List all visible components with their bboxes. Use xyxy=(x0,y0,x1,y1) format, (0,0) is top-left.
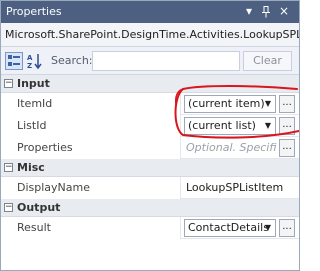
category-label: Output xyxy=(17,201,61,214)
alphabetical-sort-icon[interactable]: A Z xyxy=(26,52,44,70)
window-title: Properties xyxy=(6,5,62,18)
search-label: Search: xyxy=(51,54,93,67)
property-row-itemid[interactable]: ItemId (current item) ▼ ... xyxy=(1,93,299,115)
clear-button[interactable]: Clear xyxy=(243,51,292,71)
dropdown-value: (current list) xyxy=(188,119,256,132)
dropdown-arrow-icon: ▼ xyxy=(264,99,272,108)
property-row-result[interactable]: Result ContactDetails ▼ ... xyxy=(1,217,299,239)
properties-window: Properties ▾ × Microsoft.SharePoint.Desi… xyxy=(0,0,300,271)
category-label: Misc xyxy=(17,161,45,174)
svg-text:A: A xyxy=(27,54,33,62)
category-input[interactable]: − Input xyxy=(1,75,299,93)
listid-dropdown[interactable]: (current list) ▼ xyxy=(184,117,276,135)
collapse-toggle-icon[interactable]: − xyxy=(4,79,13,88)
result-dropdown[interactable]: ContactDetails ▼ xyxy=(184,219,276,237)
collapse-toggle-icon[interactable]: − xyxy=(4,163,13,172)
property-row-displayname[interactable]: DisplayName LookupSPListItem xyxy=(1,177,299,199)
window-position-dropdown-icon[interactable]: ▾ xyxy=(241,3,257,20)
result-ellipsis-button[interactable]: ... xyxy=(279,219,295,237)
collapse-toggle-icon[interactable]: − xyxy=(4,203,13,212)
property-name: ItemId xyxy=(1,93,181,115)
pin-icon[interactable] xyxy=(258,3,274,20)
search-input[interactable] xyxy=(92,51,240,71)
selected-object-name: Microsoft.SharePoint.DesignTime.Activiti… xyxy=(1,23,299,47)
property-grid: − Input ItemId (current item) ▼ ... List… xyxy=(1,75,299,270)
category-label: Input xyxy=(17,77,50,90)
itemid-ellipsis-button[interactable]: ... xyxy=(279,95,295,113)
property-name: Properties xyxy=(1,137,181,159)
property-name: Result xyxy=(1,217,181,239)
properties-toolbar: A Z Search: Clear xyxy=(1,47,299,75)
property-name: ListId xyxy=(1,115,181,137)
category-output[interactable]: − Output xyxy=(1,199,299,217)
category-misc[interactable]: − Misc xyxy=(1,159,299,177)
property-row-properties[interactable]: Properties Optional. Specifico ... xyxy=(1,137,299,159)
title-bar: Properties ▾ × xyxy=(1,1,299,23)
dropdown-value: ContactDetails xyxy=(188,221,269,234)
dropdown-arrow-icon: ▼ xyxy=(264,121,272,130)
dropdown-arrow-icon: ▼ xyxy=(264,223,272,232)
displayname-value[interactable]: LookupSPListItem xyxy=(182,177,299,199)
property-row-listid[interactable]: ListId (current list) ▼ ... xyxy=(1,115,299,137)
categorized-view-icon[interactable] xyxy=(5,52,23,70)
properties-value[interactable]: Optional. Specifico xyxy=(182,137,277,159)
listid-ellipsis-button[interactable]: ... xyxy=(279,117,295,135)
svg-text:Z: Z xyxy=(27,62,32,70)
property-name: DisplayName xyxy=(1,177,181,199)
properties-ellipsis-button[interactable]: ... xyxy=(279,139,295,157)
close-icon[interactable]: × xyxy=(276,3,292,20)
dropdown-value: (current item) xyxy=(188,97,265,110)
itemid-dropdown[interactable]: (current item) ▼ xyxy=(184,95,276,113)
